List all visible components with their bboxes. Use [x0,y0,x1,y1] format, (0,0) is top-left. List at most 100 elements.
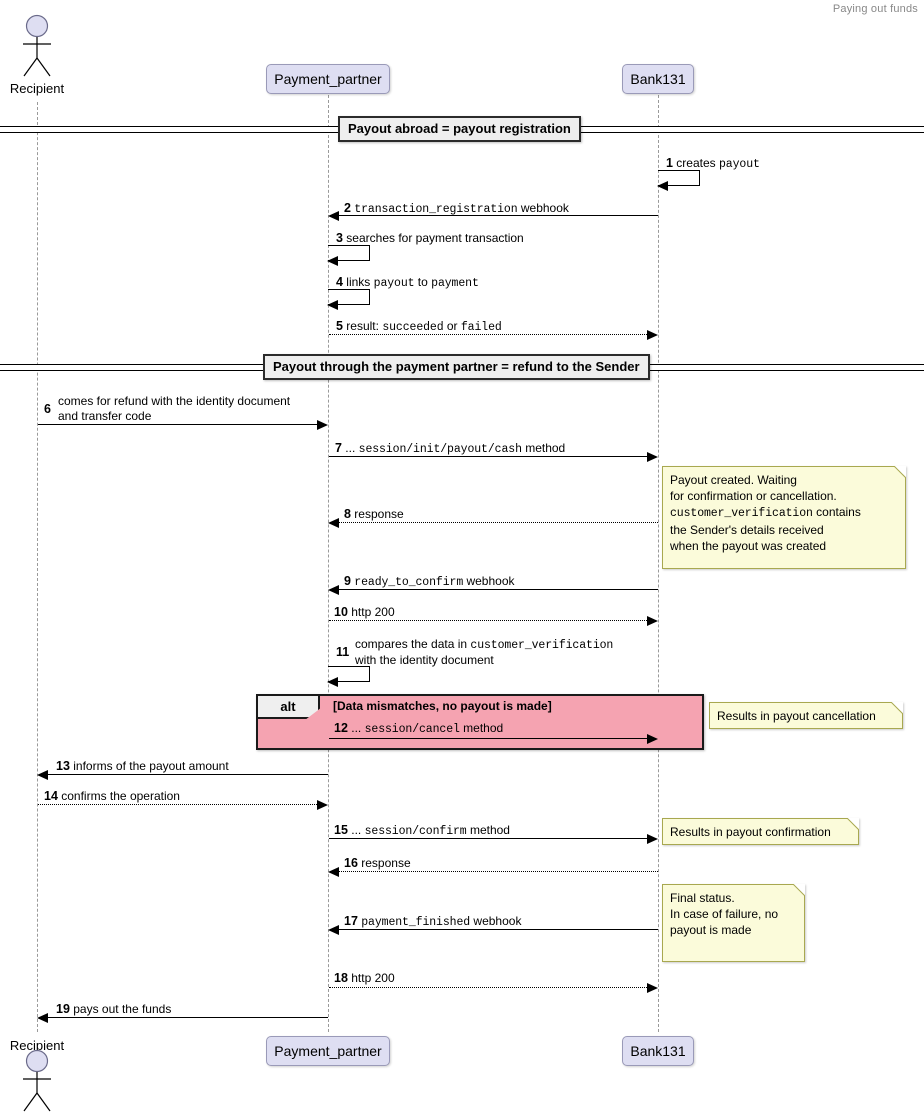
message-8-arrowhead [328,518,339,528]
divider-label-1: Payout abroad = payout registration [338,116,581,142]
note-cancellation-line-1: Results in payout cancellation [717,709,876,723]
message-14-arrowhead [317,800,328,810]
message-5-text: result: succeeded or failed [346,319,502,334]
message-6-arrowhead [317,420,328,430]
note-line-5: when the payout was created [670,539,827,553]
message-15-label: 15 ... session/confirm method [334,823,510,839]
sequence-diagram: Paying out funds Recipient Payment_partn… [0,0,924,1117]
message-19-number: 19 [56,1002,70,1016]
message-9-line [330,589,658,590]
actor-recipient-top [14,14,62,83]
message-3-arrowhead [327,256,338,266]
note-payout-created: Payout created. Waiting for confirmation… [662,466,906,569]
message-2-number: 2 [344,201,351,215]
message-11-label: compares the data in customer_verificati… [355,637,613,668]
message-17-text: payment_finished webhook [361,914,522,929]
note-line-3: customer_verification contains [670,505,861,520]
message-12-line [329,738,647,739]
message-13-line [40,774,328,775]
message-10-number: 10 [334,605,348,619]
message-14-label: 14 confirms the operation [44,789,180,803]
message-13-text: informs of the payout amount [73,759,229,773]
participant-payment-partner-bottom[interactable]: Payment_partner [266,1036,390,1066]
message-8-text: response [354,507,404,521]
message-9-arrowhead [328,585,339,595]
message-11-arrowhead [327,677,338,687]
message-18-line [329,987,647,988]
message-4-number: 4 [336,275,343,289]
message-2-line [330,215,658,216]
message-12-number: 12 [334,721,348,735]
message-5-line [329,334,647,335]
message-6-text-line1: comes for refund with the identity docum… [58,394,291,408]
lifeline-recipient [37,102,38,1032]
message-12-text: ... session/cancel method [351,721,504,736]
message-11-number: 11 [336,645,350,659]
message-11-text-line1: compares the data in customer_verificati… [355,637,614,652]
message-5-label: 5 result: succeeded or failed [336,319,502,335]
message-8-label: 8 response [344,507,404,521]
note-payout-cancellation: Results in payout cancellation [709,702,903,729]
message-15-text: ... session/confirm method [351,823,510,838]
message-17-line [330,929,658,930]
message-3-text: searches for payment transaction [346,231,524,245]
message-1-number: 1 [666,156,673,170]
message-8-number: 8 [344,507,351,521]
message-7-line [329,456,647,457]
message-9-label: 9 ready_to_confirm webhook [344,574,515,590]
note-payout-confirmation: Results in payout confirmation [662,818,859,845]
message-13-number: 13 [56,759,70,773]
note-confirmation-line-1: Results in payout confirmation [670,825,831,839]
participant-bank131-top[interactable]: Bank131 [622,64,694,94]
participant-bank131-bottom[interactable]: Bank131 [622,1036,694,1066]
message-16-line [339,871,658,872]
message-7-number: 7 [335,441,342,455]
message-18-number: 18 [334,971,348,985]
message-1-arrowhead [657,181,668,191]
message-14-text: confirms the operation [61,789,180,803]
actor-recipient-bottom [14,1049,62,1118]
message-19-label: 19 pays out the funds [56,1002,171,1016]
message-19-line [40,1017,328,1018]
message-16-text: response [361,856,411,870]
message-8-line [339,522,658,523]
note-fold-edge [893,466,906,479]
note-fold-edge [792,884,805,897]
message-15-number: 15 [334,823,348,837]
message-12-label: 12 ... session/cancel method [334,721,503,737]
message-10-text: http 200 [351,605,395,619]
message-10-label: 10 http 200 [334,605,395,619]
message-10-line [329,620,647,621]
message-16-number: 16 [344,856,358,870]
message-14-number: 14 [44,789,58,803]
note-final-line-3: payout is made [670,923,752,937]
message-2-arrowhead [328,211,339,221]
diagram-title: Paying out funds [832,3,918,15]
alt-fragment-condition: [Data mismatches, no payout is made] [333,699,552,713]
message-6-text-line2: and transfer code [58,409,152,423]
participant-payment-partner-top[interactable]: Payment_partner [266,64,390,94]
message-18-arrowhead [647,983,658,993]
message-5-arrowhead [647,330,658,340]
message-19-text: pays out the funds [73,1002,172,1016]
note-final-line-1: Final status. [670,891,735,905]
message-17-number: 17 [344,914,358,928]
message-6-line [38,424,319,425]
actor-icon [23,14,51,77]
note-fold-edge [890,702,903,715]
message-4-text: links payout to payment [346,275,479,290]
message-11-text-line2: with the identity document [355,653,494,667]
note-final-line-2: In case of failure, no [670,907,779,921]
message-19-arrowhead [37,1013,48,1023]
note-line-2: for confirmation or cancellation. [670,489,837,503]
note-line-4: the Sender's details received [670,523,824,537]
message-13-label: 13 informs of the payout amount [56,759,229,773]
message-9-text: ready_to_confirm webhook [354,574,515,589]
message-7-text: ... session/init/payout/cash method [345,441,566,456]
note-fold-edge [846,818,859,831]
message-12-arrowhead [647,734,658,744]
message-3-label: 3 searches for payment transaction [336,231,524,245]
message-15-arrowhead [647,834,658,844]
message-17-arrowhead [328,925,339,935]
message-18-label: 18 http 200 [334,971,395,985]
